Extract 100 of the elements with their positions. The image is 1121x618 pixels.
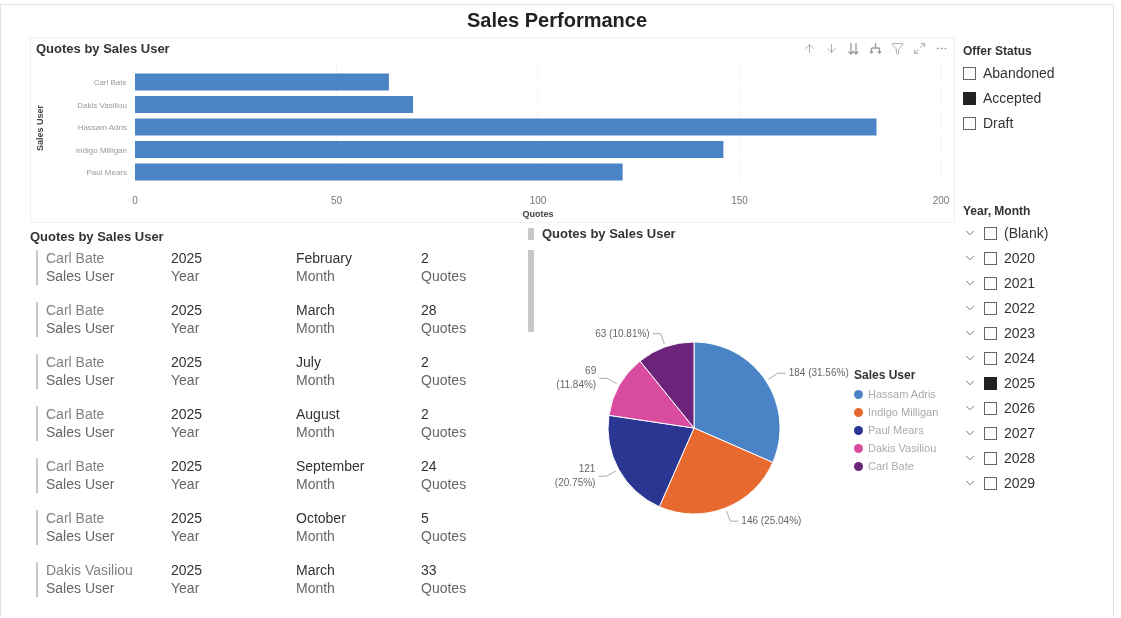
hierarchy-icon[interactable] <box>869 41 882 55</box>
slicer-option[interactable]: (Blank) <box>1004 224 1049 242</box>
field-value: March <box>296 562 336 579</box>
slicer-option[interactable]: 2023 <box>1004 324 1036 342</box>
leader-line <box>597 470 617 477</box>
checkbox[interactable] <box>963 66 976 80</box>
category-label: Paul Mears <box>86 168 127 177</box>
field-value: August <box>296 406 341 423</box>
field-label: Year <box>171 320 201 337</box>
data-label: 121 (20.75%) <box>554 463 596 489</box>
arrow-down-icon[interactable] <box>825 41 838 55</box>
field-label: Year <box>171 372 201 389</box>
checkbox[interactable] <box>984 226 997 240</box>
slicer-option[interactable]: Abandoned <box>983 64 1055 82</box>
slicer-option[interactable]: 2029 <box>1004 474 1036 492</box>
slicer-option[interactable]: 2027 <box>1004 424 1036 442</box>
slicer-title: Offer Status <box>963 44 1033 58</box>
checkbox[interactable] <box>984 351 997 365</box>
field-label: Quotes <box>421 268 468 285</box>
field-label: Month <box>296 320 336 337</box>
field-label: Year <box>171 268 201 285</box>
slicer-option[interactable]: Draft <box>983 114 1014 132</box>
double-arrow-down-icon[interactable] <box>847 41 860 55</box>
arrow-up-icon[interactable] <box>803 41 816 55</box>
field-label: Sales User <box>46 580 116 597</box>
data-label: 69 (11.84%) <box>556 365 597 391</box>
field-value: 2025 <box>171 250 204 267</box>
field-value: March <box>296 302 336 319</box>
category-label: Dakis Vasiliou <box>77 100 127 110</box>
checkbox[interactable] <box>984 301 997 315</box>
field-value: Carl Bate <box>46 406 106 423</box>
field-label: Year <box>171 424 201 441</box>
field-label: Quotes <box>421 424 468 441</box>
field-value: Carl Bate <box>46 250 106 267</box>
checkbox[interactable] <box>984 401 997 415</box>
tick-label: 0 <box>132 195 138 206</box>
field-value: Carl Bate <box>46 458 106 475</box>
leader-line <box>598 377 618 385</box>
field-value: 2025 <box>171 302 204 319</box>
checkbox[interactable] <box>984 376 997 390</box>
tick-label: 50 <box>330 195 343 206</box>
field-label: Sales User <box>46 476 116 493</box>
focus-mode-icon[interactable] <box>913 41 926 55</box>
dashboard-title: Sales Performance <box>465 8 649 33</box>
slicer-option[interactable]: 2025 <box>1004 374 1036 392</box>
slicer-option[interactable]: 2024 <box>1004 349 1036 367</box>
legend-label: Indigo Milligan <box>868 406 939 418</box>
leader-line <box>768 372 787 380</box>
legend-label: Hassam Adris <box>868 388 936 400</box>
field-value: October <box>296 510 347 527</box>
slicer-option[interactable]: Accepted <box>983 89 1042 107</box>
checkbox[interactable] <box>984 426 997 440</box>
leader-line <box>725 510 739 522</box>
slicer-option[interactable]: 2020 <box>1004 249 1036 267</box>
checkbox[interactable] <box>963 91 976 105</box>
field-label: Sales User <box>46 528 116 545</box>
checkbox[interactable] <box>984 451 997 465</box>
filter-icon[interactable] <box>891 41 904 55</box>
checkbox[interactable] <box>984 476 997 490</box>
data-label: 146 (25.04%) <box>741 515 802 527</box>
tick-label: 150 <box>731 195 748 206</box>
field-value: Carl Bate <box>46 354 106 371</box>
slicer-option[interactable]: 2022 <box>1004 299 1036 317</box>
slicer-title: Year, Month <box>963 204 1032 218</box>
field-value: 2025 <box>171 562 204 579</box>
field-value: 2025 <box>171 354 204 371</box>
chart-title: Quotes by Sales User <box>36 40 170 56</box>
field-value: September <box>296 458 366 475</box>
field-label: Year <box>171 528 201 545</box>
field-value: 24 <box>421 458 438 475</box>
checkbox[interactable] <box>984 326 997 340</box>
field-label: Month <box>296 528 336 545</box>
field-label: Month <box>296 372 336 389</box>
checkbox[interactable] <box>984 251 997 265</box>
field-label: Sales User <box>46 320 116 337</box>
field-value: 2025 <box>171 458 204 475</box>
slicer-option[interactable]: 2028 <box>1004 449 1036 467</box>
legend-label: Dakis Vasiliou <box>868 442 937 454</box>
field-value: 2025 <box>171 406 204 423</box>
legend-title: Sales User <box>854 368 917 382</box>
slicer-option[interactable]: 2021 <box>1004 274 1036 292</box>
field-value: February <box>296 250 354 267</box>
field-label: Month <box>296 268 336 285</box>
field-label: Year <box>171 476 201 493</box>
card-title: Quotes by Sales User <box>30 229 165 244</box>
field-label: Quotes <box>421 372 468 389</box>
checkbox[interactable] <box>963 116 976 130</box>
scrollbar-thumb[interactable] <box>528 250 534 332</box>
axis-title: Quotes <box>522 209 554 219</box>
field-value: 2 <box>421 406 430 423</box>
field-value: Dakis Vasiliou <box>46 562 134 579</box>
field-label: Quotes <box>421 528 468 545</box>
field-label: Month <box>296 424 336 441</box>
field-value: 33 <box>421 562 438 579</box>
chart-title: Quotes by Sales User <box>542 226 677 241</box>
field-value: 28 <box>421 302 438 319</box>
checkbox[interactable] <box>984 276 997 290</box>
field-value: 2 <box>421 250 430 267</box>
category-label: Indigo Milligan <box>75 145 127 155</box>
slicer-option[interactable]: 2026 <box>1004 399 1036 417</box>
